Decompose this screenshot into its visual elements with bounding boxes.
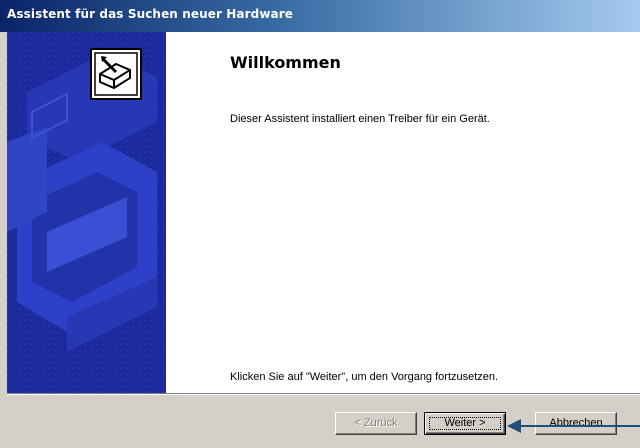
next-button[interactable]: Weiter > (424, 412, 506, 435)
next-button-label: Weiter > (444, 417, 486, 429)
wizard-content: Willkommen Dieser Assistent installiert … (166, 32, 640, 393)
footer-separator-highlight (7, 394, 640, 395)
page-heading: Willkommen (230, 53, 341, 72)
intro-text: Dieser Assistent installiert einen Treib… (230, 113, 490, 125)
hardware-wizard-icon (90, 48, 142, 100)
banner-artwork (7, 32, 166, 393)
window-title: Assistent für das Suchen neuer Hardware (7, 7, 293, 21)
back-button[interactable]: < Zurück (335, 412, 417, 435)
back-button-label: < Zurück (354, 417, 398, 429)
wizard-banner (7, 32, 166, 393)
continue-hint: Klicken Sie auf "Weiter", um den Vorgang… (230, 371, 499, 383)
title-bar[interactable]: Assistent für das Suchen neuer Hardware (0, 0, 640, 32)
arrow-pointer-icon (507, 419, 640, 433)
